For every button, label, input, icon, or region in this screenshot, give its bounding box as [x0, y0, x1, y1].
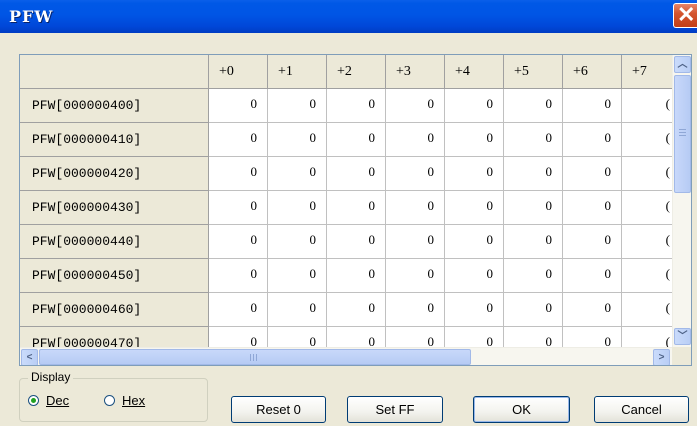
table-cell[interactable]: 0 — [209, 225, 268, 259]
table-cell[interactable]: 0 — [327, 89, 386, 123]
table-cell[interactable]: 0 — [445, 89, 504, 123]
table-cell[interactable]: 0 — [386, 123, 445, 157]
table-cell[interactable]: 0 — [504, 89, 563, 123]
table-cell[interactable]: 0 — [209, 157, 268, 191]
column-header: +0 — [209, 55, 268, 89]
table-cell[interactable]: 0 — [209, 89, 268, 123]
table-cell[interactable]: 0 — [504, 123, 563, 157]
reset-0-label: Reset 0 — [256, 402, 301, 417]
table-cell[interactable]: 0 — [386, 157, 445, 191]
row-header: PFW[000000410] — [20, 123, 209, 157]
table-cell[interactable]: 0 — [268, 191, 327, 225]
table-cell[interactable]: 0 — [445, 191, 504, 225]
table-cell[interactable]: 0 — [386, 293, 445, 327]
table-cell[interactable]: 0 — [504, 191, 563, 225]
table-cell[interactable]: 0 — [268, 123, 327, 157]
dec-radio-circle[interactable] — [28, 395, 39, 406]
table-cell[interactable]: 0 — [445, 293, 504, 327]
column-header: +3 — [386, 55, 445, 89]
display-group-label: Display — [28, 370, 74, 384]
table-cell[interactable]: 0 — [327, 191, 386, 225]
scroll-left-arrow-icon: < — [26, 352, 33, 363]
title-bar: PFW ✕ — [0, 0, 697, 33]
hex-radio-label: Hex — [122, 393, 146, 408]
table-cell[interactable]: 0 — [504, 259, 563, 293]
table-cell[interactable]: 0 — [563, 89, 622, 123]
table-cell[interactable]: 0 — [268, 225, 327, 259]
table-cell[interactable]: 0 — [563, 191, 622, 225]
radio-selected-dot — [31, 398, 36, 403]
table-cell[interactable]: 0 — [445, 123, 504, 157]
cancel-button[interactable]: Cancel — [594, 396, 689, 423]
table-cell[interactable]: 0 — [386, 225, 445, 259]
table-cell[interactable]: 0 — [327, 293, 386, 327]
table-cell[interactable]: 0 — [268, 259, 327, 293]
column-header: +4 — [445, 55, 504, 89]
table-cell[interactable]: 0 — [327, 157, 386, 191]
cancel-label: Cancel — [621, 402, 662, 417]
table-cell[interactable]: 0 — [268, 89, 327, 123]
scroll-up-arrow-icon: ︿ — [677, 59, 688, 70]
table-cell[interactable]: 0 — [563, 293, 622, 327]
table-cell[interactable]: 0 — [504, 225, 563, 259]
table-cell[interactable]: 0 — [563, 157, 622, 191]
table-cell[interactable]: 0 — [268, 157, 327, 191]
vertical-scroll-thumb[interactable] — [674, 75, 691, 193]
column-header: +2 — [327, 55, 386, 89]
scroll-right-arrow-icon: > — [658, 352, 665, 363]
table-cell[interactable]: 0 — [445, 157, 504, 191]
close-button[interactable]: ✕ — [673, 2, 697, 28]
scroll-up-button[interactable]: ︿ — [674, 56, 691, 73]
close-icon: ✕ — [677, 2, 696, 27]
table-cell[interactable]: 0 — [563, 225, 622, 259]
table-cell[interactable]: 0 — [327, 225, 386, 259]
ok-button[interactable]: OK — [473, 396, 570, 423]
table-cell[interactable]: 0 — [386, 259, 445, 293]
data-grid: +0 +1 +2 +3 +4 +5 +6 +7 PFW[000000400] 0 0 0 0 0 0 0(PF… — [19, 54, 692, 366]
reset-0-button[interactable]: Reset 0 — [231, 396, 326, 423]
table-cell[interactable]: 0 — [504, 293, 563, 327]
table-cell[interactable]: 0 — [445, 259, 504, 293]
ok-label: OK — [512, 402, 531, 417]
table-cell[interactable]: 0 — [209, 191, 268, 225]
table-cell[interactable]: 0 — [209, 123, 268, 157]
table-cell[interactable]: 0 — [209, 293, 268, 327]
hex-radio-circle[interactable] — [104, 395, 115, 406]
row-header: PFW[000000440] — [20, 225, 209, 259]
set-ff-label: Set FF — [375, 402, 415, 417]
scroll-down-button[interactable]: ﹀ — [674, 328, 691, 345]
table-cell[interactable]: 0 — [504, 157, 563, 191]
table-cell[interactable]: 0 — [563, 123, 622, 157]
row-header: PFW[000000460] — [20, 293, 209, 327]
table-cell[interactable]: 0 — [327, 123, 386, 157]
scrollbar-corner — [672, 347, 691, 365]
row-header: PFW[000000400] — [20, 89, 209, 123]
row-header: PFW[000000420] — [20, 157, 209, 191]
row-header: PFW[000000430] — [20, 191, 209, 225]
scroll-right-button[interactable]: > — [653, 349, 670, 365]
table-cell[interactable]: 0 — [327, 259, 386, 293]
window-title: PFW — [9, 7, 54, 26]
dec-radio-label: Dec — [46, 393, 70, 408]
table-cell[interactable]: 0 — [563, 259, 622, 293]
table-cell[interactable]: 0 — [268, 293, 327, 327]
grid-corner-cell — [20, 55, 209, 89]
vertical-scrollbar[interactable]: ︿ ﹀ — [672, 55, 691, 347]
table-cell[interactable]: 0 — [386, 89, 445, 123]
set-ff-button[interactable]: Set FF — [347, 396, 443, 423]
column-header: +5 — [504, 55, 563, 89]
row-header: PFW[000000450] — [20, 259, 209, 293]
table-cell[interactable]: 0 — [209, 259, 268, 293]
column-header: +1 — [268, 55, 327, 89]
horizontal-scroll-thumb[interactable] — [39, 349, 471, 365]
scroll-down-arrow-icon: ﹀ — [677, 331, 688, 342]
table-cell[interactable]: 0 — [386, 191, 445, 225]
scroll-left-button[interactable]: < — [21, 349, 38, 365]
column-header: +6 — [563, 55, 622, 89]
table-cell[interactable]: 0 — [445, 225, 504, 259]
horizontal-scrollbar[interactable]: < > — [20, 347, 672, 365]
